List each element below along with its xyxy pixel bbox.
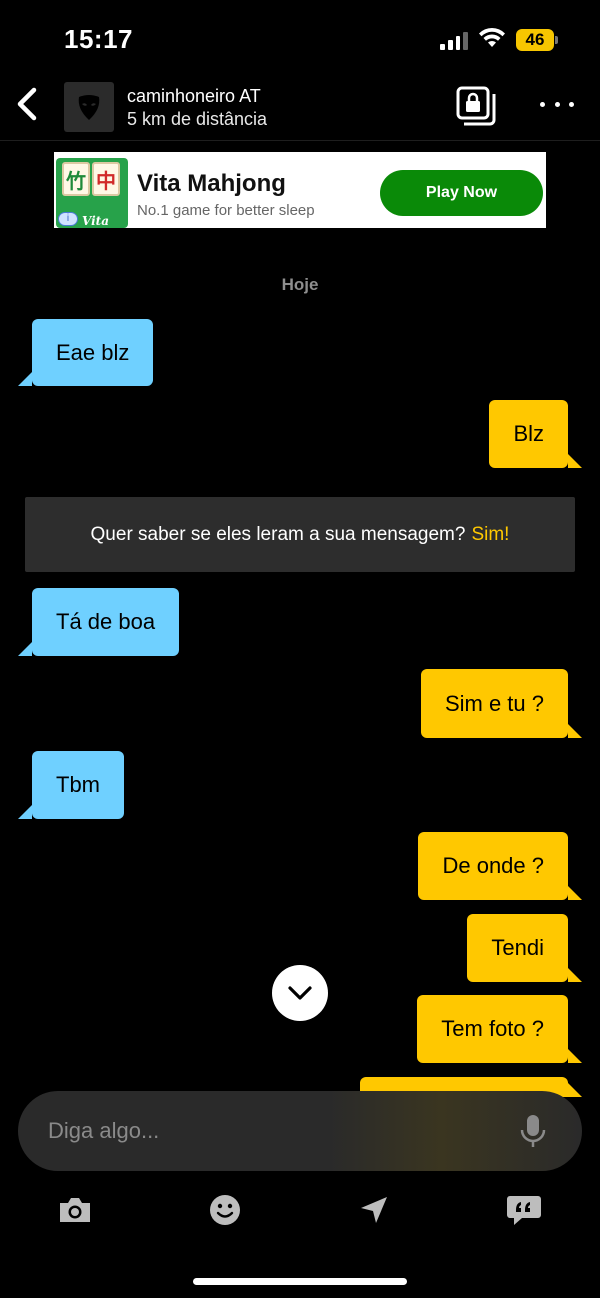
ad-app-icon: 竹 中 i Vita (56, 158, 128, 228)
message-composer (18, 1091, 582, 1171)
grindr-mask-icon (78, 95, 100, 120)
avatar[interactable] (64, 82, 114, 132)
header-divider (0, 140, 600, 141)
date-separator: Hoje (281, 275, 319, 294)
private-album-icon[interactable] (456, 86, 496, 126)
mahjong-tile-red: 中 (92, 162, 120, 196)
location-icon[interactable] (354, 1190, 394, 1230)
message-outgoing[interactable]: De onde ? (418, 832, 582, 900)
message-outgoing[interactable]: Tendi (467, 914, 582, 982)
ad-info-icon[interactable]: i (58, 212, 78, 226)
saved-phrases-icon[interactable] (504, 1190, 544, 1230)
wifi-icon (479, 27, 505, 47)
battery-icon: 46 (516, 29, 554, 51)
microphone-icon[interactable] (518, 1113, 548, 1149)
camera-icon[interactable] (55, 1190, 95, 1230)
profile-distance: 5 km de distância (127, 109, 268, 129)
message-incoming[interactable]: Tá de boa (17, 588, 180, 656)
status-time: 15:17 (64, 24, 133, 54)
message-outgoing[interactable]: Sim e tu ? (420, 669, 583, 738)
message-outgoing[interactable]: Blz (489, 400, 582, 468)
mahjong-tile-bamboo: 竹 (62, 162, 90, 196)
read-banner-cta[interactable]: Sim! (471, 524, 509, 546)
ad-brand: Vita (82, 214, 109, 228)
ad-subtitle: No.1 game for better sleep (137, 202, 315, 219)
ad-play-button[interactable]: Play Now (380, 170, 543, 216)
read-banner-text: Quer saber se eles leram a sua mensagem? (90, 523, 466, 545)
battery-tip (555, 36, 558, 44)
message-outgoing[interactable]: Tem foto ? (417, 995, 582, 1063)
chevron-down-icon (288, 986, 312, 1000)
ad-banner[interactable]: 竹 中 i Vita Vita Mahjong No.1 game for be… (54, 152, 546, 228)
scroll-to-bottom-button[interactable] (272, 965, 328, 1021)
message-incoming[interactable]: Eae blz (17, 319, 154, 386)
home-indicator[interactable] (193, 1278, 407, 1285)
profile-name[interactable]: caminhoneiro AT (127, 86, 261, 107)
signal-icon (440, 30, 468, 50)
back-chevron-icon[interactable] (8, 84, 48, 124)
emoji-icon[interactable] (205, 1190, 245, 1230)
message-input[interactable] (48, 1091, 488, 1171)
more-icon[interactable] (540, 94, 574, 114)
ad-title: Vita Mahjong (137, 170, 286, 197)
read-receipts-banner[interactable]: Quer saber se eles leram a sua mensagem?… (25, 497, 575, 572)
message-incoming[interactable]: Tbm (18, 751, 124, 819)
